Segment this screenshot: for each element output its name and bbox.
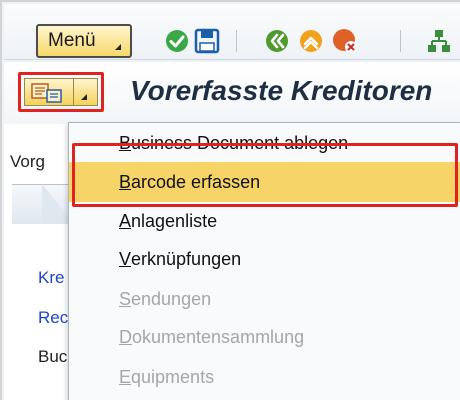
left-tab [12, 184, 74, 224]
generic-object-services-button[interactable] [18, 72, 104, 112]
hierarchy-icon[interactable] [426, 28, 452, 54]
menu-item-mnemonic: V [119, 248, 132, 269]
annotation-highlight-frame [72, 143, 458, 207]
menu-item-label: okumentensammlung [132, 326, 305, 347]
menu-item-label: endungen [131, 288, 212, 309]
left-link-0[interactable]: Kre [38, 268, 64, 288]
menu-button[interactable]: Menü [36, 24, 132, 58]
menu-item-label: erknüpfungen [131, 248, 242, 269]
gos-dropdown-caret-icon [81, 94, 87, 100]
menu-button-label: Menü [48, 30, 96, 51]
gos-button-divider [73, 78, 74, 106]
menu-item-sendungen: Sendungen [69, 281, 460, 317]
menu-item-equipments: Equipments [69, 359, 460, 395]
sap-window: Menü Vorerfasste Kreditoren Vorg Kre Rec… [0, 0, 460, 400]
menu-item-mnemonic: D [119, 326, 132, 347]
back-icon[interactable] [264, 28, 290, 54]
menu-item-label: quipments [131, 366, 215, 387]
menu-item-attachment-list[interactable]: Anlagenliste [69, 203, 460, 239]
toolbar-separator [400, 30, 401, 52]
menu-item-mnemonic: A [119, 210, 132, 231]
menu-dropdown-caret-icon [115, 44, 121, 50]
menu-item-label: nlagenliste [131, 210, 218, 231]
menu-item-document-collection: Dokumentensammlung [69, 319, 460, 355]
save-icon[interactable] [194, 28, 220, 54]
left-label-top: Vorg [10, 152, 45, 171]
cancel-icon[interactable] [332, 28, 358, 54]
gos-button-body [24, 78, 98, 106]
left-label-bottom: Buc [38, 347, 68, 366]
menu-item-mnemonic: S [119, 288, 132, 309]
left-link-1[interactable]: Rec [38, 308, 68, 328]
menu-item-relationships[interactable]: Verknüpfungen [69, 241, 460, 277]
menu-item-mnemonic: E [119, 366, 132, 387]
check-icon[interactable] [164, 28, 190, 54]
services-for-object-icon [31, 83, 62, 103]
exit-icon[interactable] [298, 28, 324, 54]
toolbar-separator [236, 30, 237, 52]
page-title: Vorerfasste Kreditoren [130, 75, 433, 106]
